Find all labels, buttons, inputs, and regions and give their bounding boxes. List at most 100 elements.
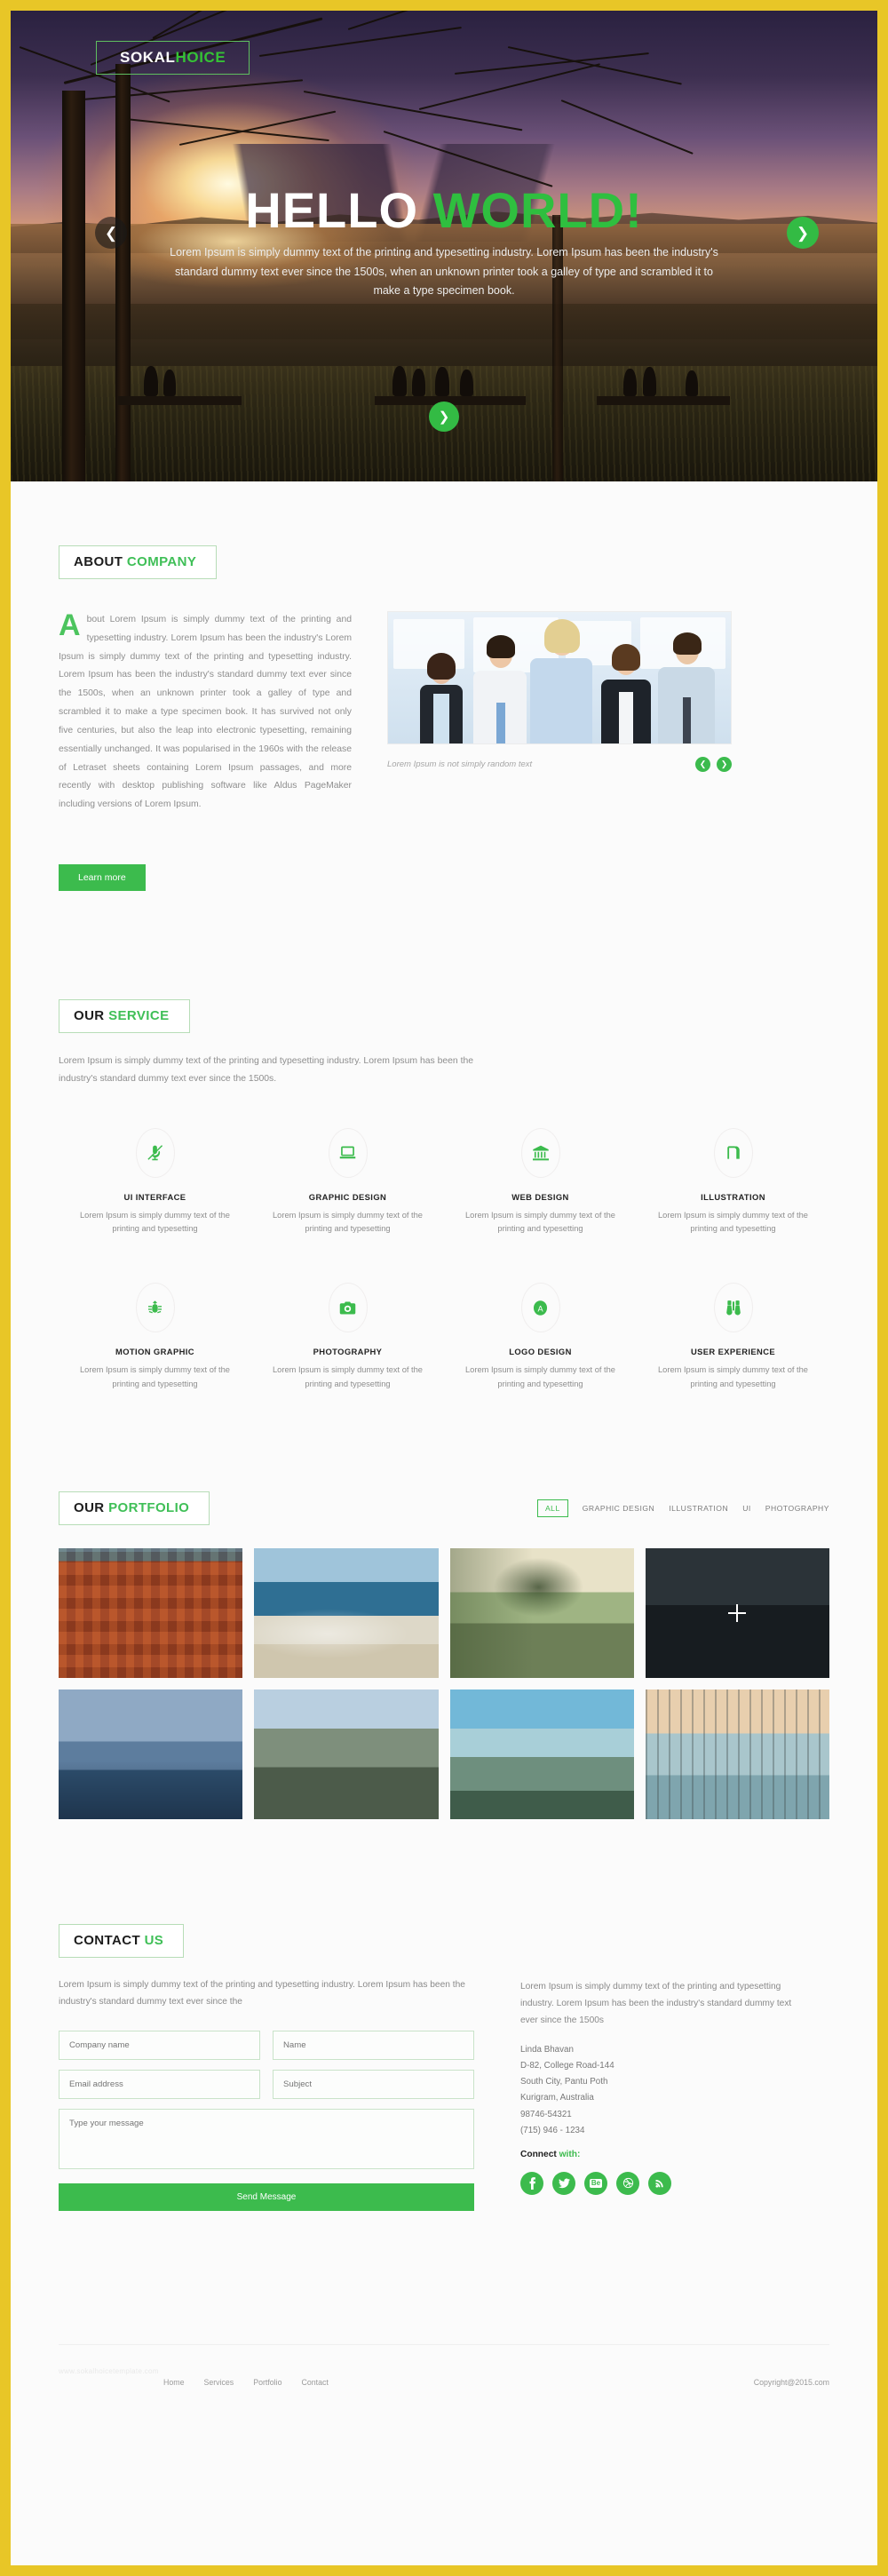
hero-subtitle: Lorem Ipsum is simply dummy text of the … [170, 246, 718, 297]
hero-tree-left [62, 91, 85, 481]
service-name: MOTION GRAPHIC [115, 1347, 194, 1357]
service-card-logo-design[interactable]: A LOGO DESIGN Lorem Ipsum is simply dumm… [444, 1283, 637, 1392]
service-desc: Lorem Ipsum is simply dummy text of the … [658, 1365, 808, 1389]
address-line: Kurigram, Australia [520, 2093, 594, 2103]
site-logo[interactable]: SOKALHOICE [96, 41, 250, 75]
footer-nav: Home Services Portfolio Contact [163, 2378, 329, 2387]
portfolio-item[interactable] [254, 1690, 439, 1820]
portfolio-item[interactable] [449, 1548, 634, 1679]
about-team-photo [387, 611, 732, 744]
portfolio-filter-photography[interactable]: PHOTOGRAPHY [765, 1504, 829, 1513]
service-card-graphic-design[interactable]: GRAPHIC DESIGN Lorem Ipsum is simply dum… [251, 1127, 444, 1237]
about-section: ABOUT COMPANY About Lorem Ipsum is simpl… [11, 481, 877, 891]
footer-copyright: Copyright@2015.com [753, 2377, 829, 2387]
about-carousel-next[interactable]: ❯ [717, 757, 732, 772]
connect-with-label: Connect with: [520, 2150, 805, 2159]
about-photo-caption: Lorem Ipsum is not simply random text [387, 759, 533, 769]
hero-title-part-2: WORLD! [432, 182, 643, 238]
service-desc: Lorem Ipsum is simply dummy text of the … [273, 1365, 423, 1389]
dribbble-icon[interactable] [616, 2171, 639, 2195]
about-text-column: About Lorem Ipsum is simply dummy text o… [59, 610, 352, 891]
portfolio-filter-illustration[interactable]: ILLUSTRATION [669, 1504, 728, 1513]
message-textarea[interactable] [59, 2109, 474, 2170]
portfolio-item[interactable] [59, 1690, 243, 1820]
about-carousel-prev[interactable]: ❮ [695, 757, 710, 772]
name-input[interactable] [273, 2031, 474, 2061]
service-desc: Lorem Ipsum is simply dummy text of the … [273, 1210, 423, 1234]
address-line: South City, Pantu Poth [520, 2077, 608, 2087]
binoculars-icon [713, 1283, 753, 1333]
about-section-title: ABOUT COMPANY [59, 545, 218, 579]
footer-nav-contact[interactable]: Contact [301, 2378, 328, 2387]
learn-more-button[interactable]: Learn more [59, 863, 146, 891]
portfolio-zoom-plus-icon[interactable] [728, 1604, 747, 1623]
service-card-photography[interactable]: PHOTOGRAPHY Lorem Ipsum is simply dummy … [251, 1283, 444, 1392]
twitter-icon[interactable] [552, 2171, 575, 2195]
hero-prev-button[interactable]: ❮ [95, 217, 127, 249]
service-title-part-2: SERVICE [108, 1007, 170, 1023]
service-card-illustration[interactable]: ILLUSTRATION Lorem Ipsum is simply dummy… [637, 1127, 829, 1237]
service-card-web-design[interactable]: WEB DESIGN Lorem Ipsum is simply dummy t… [444, 1127, 637, 1237]
service-name: PHOTOGRAPHY [313, 1347, 383, 1357]
email-input[interactable] [59, 2070, 260, 2100]
hero-bench-left [117, 396, 242, 405]
hero-tree-left-2 [115, 64, 131, 481]
portfolio-section-title: OUR PORTFOLIO [59, 1491, 210, 1526]
shekel-icon [713, 1127, 753, 1178]
laptop-icon [328, 1127, 368, 1178]
portfolio-filter-ui[interactable]: UI [742, 1504, 751, 1513]
service-desc: Lorem Ipsum is simply dummy text of the … [465, 1210, 615, 1234]
rss-icon[interactable] [648, 2171, 671, 2195]
contact-address: Linda Bhavan D-82, College Road-144 Sout… [520, 2042, 805, 2139]
service-name: GRAPHIC DESIGN [308, 1191, 387, 1202]
portfolio-item[interactable] [254, 1548, 439, 1679]
company-name-input[interactable] [59, 2031, 260, 2061]
service-description: Lorem Ipsum is simply dummy text of the … [59, 1055, 474, 1085]
portfolio-filter-all[interactable]: ALL [536, 1499, 568, 1518]
bank-icon [520, 1127, 560, 1178]
service-section: OUR SERVICE Lorem Ipsum is simply dummy … [11, 891, 877, 1393]
hero-scroll-down-button[interactable]: ❯ [429, 402, 459, 432]
hero-next-button[interactable]: ❯ [787, 217, 819, 249]
portfolio-section: OUR PORTFOLIO ALL GRAPHIC DESIGN ILLUSTR… [11, 1392, 877, 1820]
address-line: D-82, College Road-144 [520, 2061, 614, 2071]
service-card-ui-interface[interactable]: UI INTERFACE Lorem Ipsum is simply dummy… [59, 1127, 251, 1237]
microphone-slash-icon [135, 1127, 175, 1178]
about-paragraph: About Lorem Ipsum is simply dummy text o… [59, 610, 352, 815]
portfolio-title-part-1: OUR [74, 1500, 109, 1516]
address-phone: (715) 946 - 1234 [520, 2125, 585, 2135]
portfolio-item[interactable] [449, 1690, 634, 1820]
footer-nav-home[interactable]: Home [163, 2378, 184, 2387]
behance-icon[interactable]: Be [584, 2171, 607, 2195]
service-grid: UI INTERFACE Lorem Ipsum is simply dummy… [59, 1127, 829, 1393]
service-card-user-experience[interactable]: USER EXPERIENCE Lorem Ipsum is simply du… [637, 1283, 829, 1392]
service-name: ILLUSTRATION [701, 1191, 765, 1202]
footer: www.sokalhoicetemplate.com Home Services… [59, 2344, 829, 2419]
subject-input[interactable] [273, 2070, 474, 2100]
page-root: SOKALHOICE HELLO WORLD! Lorem Ipsum is s… [11, 11, 877, 2565]
logo-text-primary: SOKAL [120, 49, 176, 66]
portfolio-filter-graphic-design[interactable]: GRAPHIC DESIGN [583, 1504, 655, 1513]
hero-title: HELLO WORLD! [11, 181, 877, 239]
service-desc: Lorem Ipsum is simply dummy text of the … [465, 1365, 615, 1389]
footer-nav-portfolio[interactable]: Portfolio [253, 2378, 281, 2387]
bug-icon [135, 1283, 175, 1333]
about-media-column: Lorem Ipsum is not simply random text ❮ … [387, 611, 732, 891]
contact-form: Send Message [59, 2031, 474, 2212]
facebook-icon[interactable] [520, 2171, 543, 2195]
service-card-motion-graphic[interactable]: MOTION GRAPHIC Lorem Ipsum is simply dum… [59, 1283, 251, 1392]
camera-icon [328, 1283, 368, 1333]
send-message-button[interactable]: Send Message [59, 2183, 474, 2212]
footer-nav-services[interactable]: Services [203, 2378, 234, 2387]
portfolio-item[interactable] [59, 1548, 243, 1679]
service-desc: Lorem Ipsum is simply dummy text of the … [658, 1210, 808, 1234]
connect-label-part-1: Connect [520, 2149, 559, 2159]
service-title-part-1: OUR [74, 1007, 109, 1023]
contact-form-column: Lorem Ipsum is simply dummy text of the … [59, 1977, 474, 2212]
about-title-part-1: ABOUT [74, 554, 127, 569]
portfolio-item[interactable] [645, 1548, 829, 1679]
portfolio-item[interactable] [645, 1690, 829, 1820]
hero-people-silhouettes [11, 325, 877, 396]
footer-logo-text: www.sokalhoicetemplate.com [59, 2366, 159, 2375]
address-line: Linda Bhavan [520, 2045, 574, 2055]
